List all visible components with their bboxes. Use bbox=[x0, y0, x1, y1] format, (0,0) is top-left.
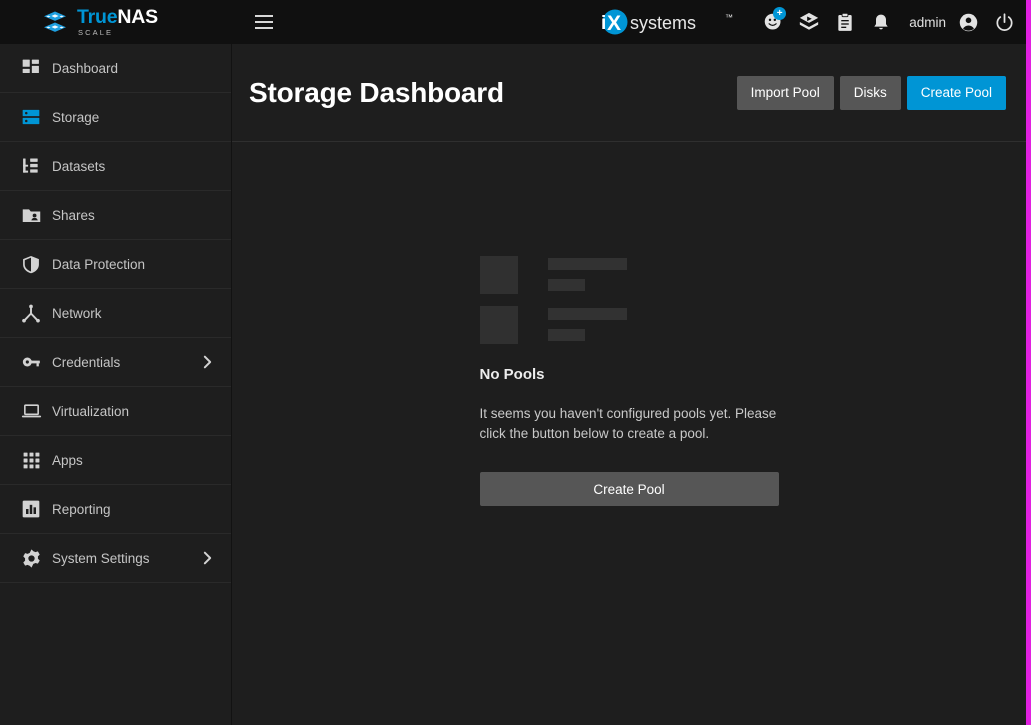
skeleton-lines bbox=[547, 256, 627, 291]
sidebar-item-label: Datasets bbox=[52, 158, 106, 174]
sidebar-item-datasets[interactable]: Datasets bbox=[0, 142, 231, 191]
empty-state-title: No Pools bbox=[479, 366, 545, 383]
main-content: Storage Dashboard Import Pool Disks Crea… bbox=[232, 44, 1026, 725]
layers-cube-icon[interactable] bbox=[791, 2, 827, 42]
sidebar-item-label: Shares bbox=[52, 207, 95, 223]
svg-text:™: ™ bbox=[725, 13, 733, 22]
laptop-icon bbox=[10, 399, 52, 423]
brand-name-true: True bbox=[77, 5, 118, 28]
username-label: admin bbox=[909, 14, 946, 30]
sidebar-item-network[interactable]: Network bbox=[0, 289, 231, 338]
sidebar-empty-space bbox=[0, 583, 231, 723]
hamburger-bar bbox=[255, 15, 273, 17]
chevron-right-icon[interactable] bbox=[202, 354, 213, 370]
sidebar-item-storage[interactable]: Storage bbox=[0, 93, 231, 142]
page-header: Storage Dashboard Import Pool Disks Crea… bbox=[232, 44, 1026, 142]
sidebar-navigation: Dashboard Storage Datasets Shares Data P… bbox=[0, 44, 232, 725]
datasets-tree-icon bbox=[10, 154, 52, 178]
sidebar-item-label: Data Protection bbox=[52, 256, 146, 272]
brand-wordmark: TrueNAS SCALE bbox=[77, 5, 158, 37]
skeleton-square bbox=[479, 306, 518, 344]
svg-text:i: i bbox=[601, 13, 606, 34]
empty-state-description: It seems you haven't configured pools ye… bbox=[479, 406, 777, 441]
sidebar-item-apps[interactable]: Apps bbox=[0, 436, 231, 485]
sidebar-item-virtualization[interactable]: Virtualization bbox=[0, 387, 231, 436]
hamburger-menu-icon[interactable] bbox=[244, 2, 284, 42]
disks-button[interactable]: Disks bbox=[839, 75, 901, 110]
hamburger-bar bbox=[255, 21, 273, 23]
sidebar-item-label: System Settings bbox=[52, 550, 150, 566]
gear-icon bbox=[10, 546, 52, 570]
network-nodes-icon bbox=[10, 301, 52, 325]
user-account-icon[interactable] bbox=[950, 2, 986, 42]
create-pool-header-button[interactable]: Create Pool bbox=[906, 75, 1006, 110]
truenas-cubes-logo-icon bbox=[40, 11, 70, 33]
sidebar-item-shares[interactable]: Shares bbox=[0, 191, 231, 240]
sidebar-item-credentials[interactable]: Credentials bbox=[0, 338, 231, 387]
sidebar-item-label: Storage bbox=[52, 109, 100, 125]
import-pool-button[interactable]: Import Pool bbox=[736, 75, 834, 110]
brand-subtitle: SCALE bbox=[78, 28, 114, 37]
sidebar-item-system-settings[interactable]: System Settings bbox=[0, 534, 231, 583]
sidebar-item-label: Apps bbox=[52, 452, 83, 468]
right-edge-strip bbox=[1026, 0, 1031, 725]
key-icon bbox=[10, 350, 52, 374]
sidebar-item-label: Virtualization bbox=[52, 403, 130, 419]
add-badge: + bbox=[773, 7, 787, 20]
chevron-right-icon[interactable] bbox=[202, 550, 213, 566]
create-pool-empty-button[interactable]: Create Pool bbox=[479, 472, 779, 506]
shares-folder-user-icon bbox=[10, 203, 52, 227]
power-button-icon[interactable] bbox=[986, 2, 1022, 42]
header-action-buttons: Import Pool Disks Create Pool bbox=[736, 75, 1006, 110]
ixsystems-logo: i X systems ™ bbox=[597, 0, 737, 44]
top-bar: TrueNAS SCALE i X systems ™ + admin bbox=[0, 0, 1026, 44]
brand-name-nas: NAS bbox=[117, 5, 158, 28]
svg-text:systems: systems bbox=[630, 13, 696, 33]
shield-icon bbox=[10, 252, 52, 276]
sidebar-item-label: Network bbox=[52, 305, 102, 321]
notification-bell-icon[interactable] bbox=[863, 2, 899, 42]
empty-state-container: No Pools It seems you haven't configured… bbox=[232, 142, 1026, 506]
skeleton-lines bbox=[547, 306, 627, 341]
skeleton-bar-long bbox=[547, 308, 627, 320]
skeleton-bar-long bbox=[547, 258, 627, 270]
hamburger-bar bbox=[255, 27, 273, 29]
sidebar-item-label: Dashboard bbox=[52, 60, 119, 76]
add-user-icon[interactable]: + bbox=[755, 2, 791, 42]
dashboard-grid-icon bbox=[10, 56, 52, 80]
sidebar-item-label: Credentials bbox=[52, 354, 121, 370]
skeleton-row bbox=[479, 256, 779, 294]
skeleton-square bbox=[479, 256, 518, 294]
storage-server-icon bbox=[10, 105, 52, 129]
clipboard-tasks-icon[interactable] bbox=[827, 2, 863, 42]
skeleton-row bbox=[479, 306, 779, 344]
skeleton-placeholder-group bbox=[479, 256, 779, 344]
brand-logo-area[interactable]: TrueNAS SCALE bbox=[0, 0, 232, 44]
topbar-icon-group: + admin bbox=[755, 2, 1022, 42]
sidebar-item-reporting[interactable]: Reporting bbox=[0, 485, 231, 534]
sidebar-item-data-protection[interactable]: Data Protection bbox=[0, 240, 231, 289]
no-pools-card: No Pools It seems you haven't configured… bbox=[479, 256, 779, 506]
bar-chart-icon bbox=[10, 497, 52, 521]
skeleton-bar-short bbox=[547, 279, 585, 291]
sidebar-item-dashboard[interactable]: Dashboard bbox=[0, 44, 231, 93]
page-title: Storage Dashboard bbox=[249, 76, 504, 108]
skeleton-bar-short bbox=[547, 329, 585, 341]
sidebar-item-label: Reporting bbox=[52, 501, 111, 517]
apps-grid-icon bbox=[10, 448, 52, 472]
svg-text:X: X bbox=[607, 12, 621, 35]
